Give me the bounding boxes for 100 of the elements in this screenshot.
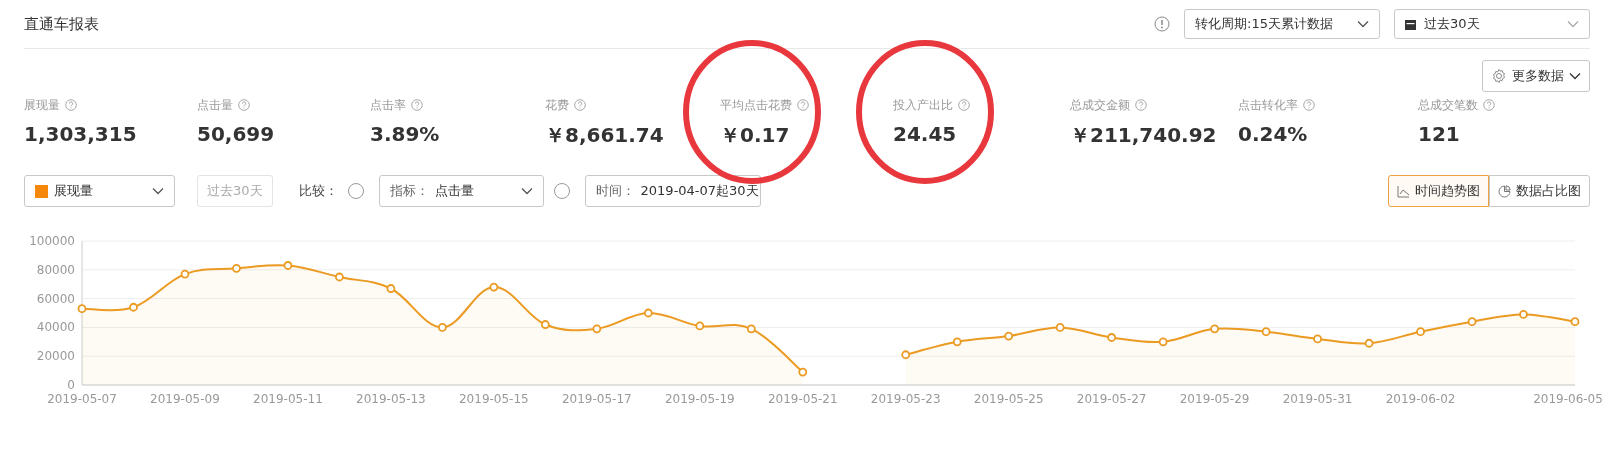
- metric-label: 花费: [545, 96, 569, 114]
- help-icon: [797, 99, 809, 111]
- axis-label: 0: [67, 378, 75, 392]
- data-point: [180, 269, 190, 279]
- help-icon: [574, 99, 586, 111]
- data-point: [1004, 331, 1014, 341]
- data-point: [1467, 317, 1477, 327]
- data-point: [746, 324, 756, 334]
- data-point: [1055, 323, 1065, 332]
- caret-icon: [520, 187, 533, 195]
- axis-label: 2019-05-25: [973, 392, 1044, 406]
- metric-label: 平均点击花费: [720, 96, 792, 114]
- data-point: [335, 272, 344, 282]
- data-point: [643, 308, 653, 318]
- radio-button[interactable]: [347, 183, 364, 199]
- calendar-icon: [1405, 18, 1416, 30]
- axis-label: 2019-06-05: [1533, 392, 1603, 406]
- metric-label: 投入产出比: [893, 96, 953, 114]
- date-range-select[interactable]: 过去30天: [1394, 9, 1590, 39]
- pie-chart-icon: [1498, 184, 1511, 198]
- info-icon[interactable]: [1154, 16, 1170, 32]
- axis-label: 2019-05-27: [1076, 392, 1147, 406]
- metric-value: ￥0.17: [720, 122, 791, 149]
- help-icon: [238, 99, 250, 111]
- caret-icon: [1567, 20, 1579, 28]
- axis-label: 2019-05-13: [356, 392, 426, 406]
- help-icon: [1135, 99, 1147, 111]
- data-point: [695, 321, 705, 331]
- data-point: [1313, 334, 1322, 344]
- metric-value: 1,303,315: [24, 122, 138, 146]
- metric-label: 点击率: [370, 96, 406, 114]
- compare-metric-select[interactable]: 指标： 点击量: [378, 175, 544, 207]
- metric-value: 0.24%: [1238, 122, 1309, 146]
- line-chart-icon: [1397, 184, 1410, 198]
- axis-label: 2019-05-29: [1179, 392, 1250, 406]
- axis-label: 80000: [36, 262, 75, 277]
- metric-label: 点击转化率: [1238, 96, 1298, 114]
- data-point: [1107, 333, 1117, 342]
- metric-label: 总成交金额: [1070, 96, 1130, 114]
- caret-icon: [152, 187, 164, 195]
- data-point: [129, 302, 138, 312]
- report-title: 直通车报表: [24, 14, 100, 34]
- more-data-button[interactable]: 更多数据: [1482, 60, 1590, 92]
- data-point: [592, 324, 602, 334]
- help-icon: [411, 99, 423, 111]
- help-icon: [1483, 99, 1495, 111]
- data-point: [438, 323, 447, 332]
- data-point: [386, 284, 396, 293]
- metric-select[interactable]: 展现量: [24, 175, 175, 207]
- data-point: [1519, 310, 1528, 319]
- data-point: [1210, 324, 1219, 334]
- data-point: [1570, 317, 1580, 327]
- metric-value: ￥8,661.74: [545, 122, 665, 149]
- caret-icon: [1357, 20, 1369, 28]
- view-tab[interactable]: 时间趋势图: [1388, 175, 1489, 207]
- data-point: [798, 367, 808, 377]
- axis-label: 60000: [36, 291, 75, 306]
- axis-label: 2019-05-07: [47, 392, 117, 406]
- settings-icon: [1491, 68, 1507, 84]
- axis-label: 20000: [36, 349, 75, 364]
- data-point: [77, 304, 87, 314]
- data-point: [232, 263, 241, 273]
- conversion-period-select[interactable]: 转化周期:15天累计数据: [1184, 9, 1380, 39]
- metric-label: 点击量: [197, 96, 233, 114]
- data-point: [540, 320, 550, 329]
- axis-label: 2019-06-02: [1385, 392, 1456, 406]
- radio-button[interactable]: [553, 183, 570, 199]
- metric-label: 总成交笔数: [1418, 96, 1478, 114]
- data-point: [1261, 327, 1271, 337]
- axis-label: 2019-05-19: [664, 392, 735, 406]
- axis-label: 2019-05-15: [459, 392, 529, 406]
- caret-icon: [1569, 72, 1581, 80]
- axis-label: 2019-05-17: [561, 392, 632, 406]
- axis-label: 100000: [29, 234, 75, 248]
- metric-value: ￥211,740.92: [1070, 122, 1218, 149]
- help-icon: [958, 99, 970, 111]
- data-point: [952, 337, 962, 347]
- data-point: [1158, 337, 1168, 347]
- data-point: [1364, 338, 1374, 348]
- data-point: [1416, 327, 1425, 337]
- data-point: [283, 261, 293, 270]
- help-icon: [65, 99, 77, 111]
- metric-value: 3.89%: [370, 122, 441, 146]
- axis-label: 2019-05-31: [1282, 392, 1353, 406]
- compare-time-select[interactable]: 时间： 2019-04-07起30天: [584, 175, 761, 207]
- metric-value: 50,699: [197, 122, 276, 146]
- axis-label: 2019-05-23: [870, 392, 941, 406]
- metric-value: 24.45: [893, 122, 958, 146]
- view-tab[interactable]: 数据占比图: [1489, 175, 1590, 207]
- axis-label: 2019-05-21: [767, 392, 838, 406]
- range-field: 过去30天: [197, 175, 273, 207]
- data-point: [489, 282, 499, 292]
- axis-label: 40000: [36, 320, 75, 335]
- metric-label: 展现量: [24, 96, 60, 114]
- data-point: [901, 350, 911, 360]
- axis-label: 2019-05-09: [150, 392, 220, 406]
- axis-label: 2019-05-11: [253, 392, 323, 406]
- help-icon: [1303, 99, 1315, 111]
- metric-value: 121: [1418, 122, 1461, 146]
- compare-label: 比较：: [298, 182, 338, 200]
